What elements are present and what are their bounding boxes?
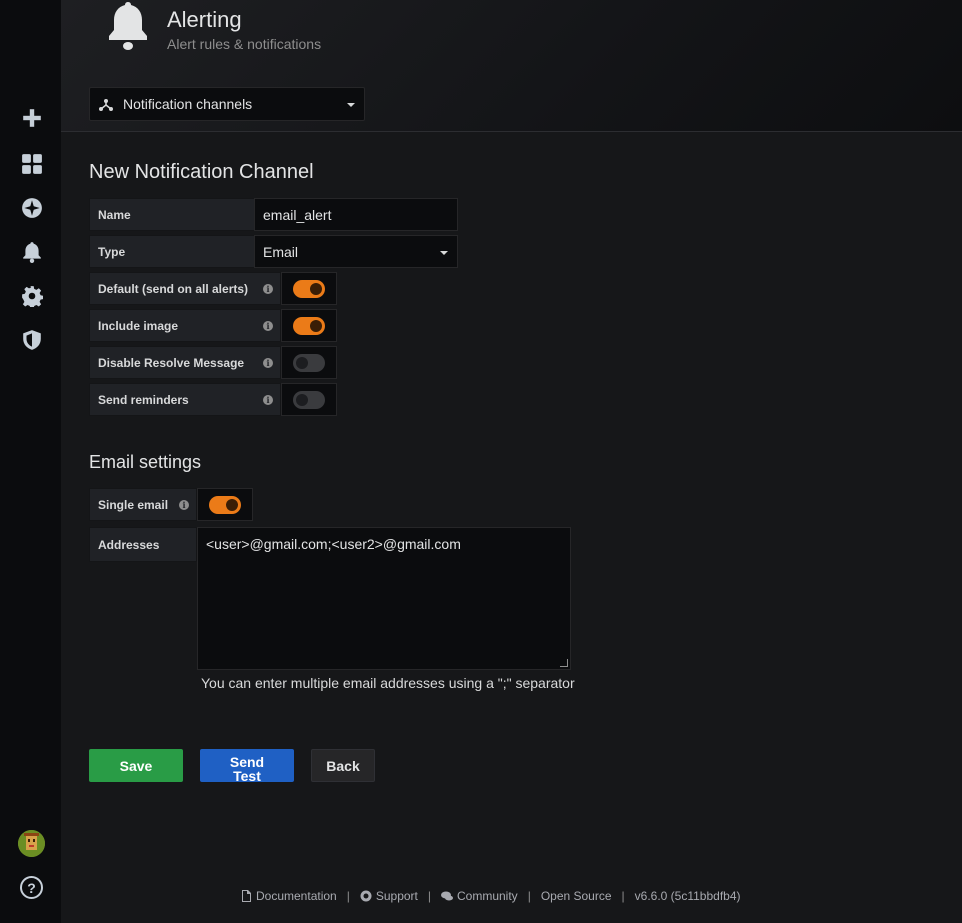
toggle-switch [293,390,325,409]
sidebar: ? [0,0,61,923]
send-reminders-toggle[interactable] [281,383,337,416]
send-test-label: Send Test [229,753,265,784]
nav-select-label: Notification channels [123,96,253,112]
info-icon[interactable]: i [263,284,273,294]
type-select-value: Email [263,243,299,260]
toggle-switch [293,316,325,335]
addresses-help: You can enter multiple email addresses u… [201,675,575,691]
support-link[interactable]: Support [360,889,418,903]
send-reminders-label: Send reminders i [89,383,281,416]
footer-separator: | [346,889,350,903]
name-field[interactable]: email_alert [254,198,458,231]
open-source-link[interactable]: Open Source [541,889,612,903]
nav-select[interactable]: Notification channels [89,87,365,121]
toggle-label: Include image [98,318,179,333]
info-icon[interactable]: i [263,321,273,331]
compass-icon[interactable] [19,195,45,221]
info-icon[interactable]: i [263,358,273,368]
community-link[interactable]: Community [441,889,518,903]
documentation-label: Documentation [256,889,337,903]
toggle-label: Disable Resolve Message [98,355,245,370]
default-toggle[interactable] [281,272,337,305]
gear-icon[interactable] [19,283,45,309]
disable-resolve-toggle[interactable] [281,346,337,379]
include-image-toggle[interactable] [281,309,337,342]
single-email-toggle[interactable] [197,488,253,521]
single-email-label: Single email i [89,488,197,521]
toggle-label: Default (send on all alerts) [98,281,249,296]
community-label: Community [457,889,518,903]
form-title: New Notification Channel [89,161,314,183]
bell-icon [109,2,147,50]
send-test-button[interactable]: Send Test [200,749,294,784]
channels-icon [99,99,113,111]
footer-separator: | [621,889,625,903]
dashboards-icon[interactable] [19,151,45,177]
resize-handle[interactable] [560,659,568,667]
page-subtitle: Alert rules & notifications [167,36,322,52]
email-settings-title: Email settings [89,452,202,472]
info-icon[interactable]: i [263,395,273,405]
footer-separator: | [427,889,431,903]
disable-resolve-label: Disable Resolve Message i [89,346,281,379]
comments-icon [441,891,453,901]
addresses-value: <user>@gmail.com;<user2>@gmail.com [206,536,461,552]
toggle-label: Send reminders [98,392,189,407]
include-image-label: Include image i [89,309,281,342]
back-button[interactable]: Back [311,749,375,782]
plus-icon[interactable] [19,105,45,131]
chevron-down-icon [440,251,448,255]
help-icon[interactable]: ? [20,876,43,899]
default-label: Default (send on all alerts) i [89,272,281,305]
documentation-link[interactable]: Documentation [240,889,337,903]
addresses-label: Addresses [89,527,197,562]
page-title: Alerting [167,7,242,32]
document-icon [242,890,251,902]
save-button[interactable]: Save [89,749,183,782]
lifebuoy-icon [360,890,372,902]
type-label: Type [89,235,255,268]
footer: Documentation | Support | Community | Op… [240,889,741,903]
page-header: Alerting Alert rules & notifications Not… [61,0,962,132]
toggle-switch [209,495,241,514]
footer-separator: | [527,889,531,903]
toggle-switch [293,353,325,372]
type-select[interactable]: Email [254,235,458,268]
version-label: v6.6.0 (5c11bbdfb4) [634,889,741,903]
name-label: Name [89,198,255,231]
avatar[interactable] [18,830,45,857]
toggle-label: Single email [98,497,169,512]
shield-icon[interactable] [19,327,45,353]
bell-icon[interactable] [19,239,45,265]
info-icon[interactable]: i [179,500,189,510]
toggle-switch [293,279,325,298]
chevron-down-icon [347,103,355,107]
addresses-textarea[interactable]: <user>@gmail.com;<user2>@gmail.com [197,527,571,670]
support-label: Support [375,889,418,903]
